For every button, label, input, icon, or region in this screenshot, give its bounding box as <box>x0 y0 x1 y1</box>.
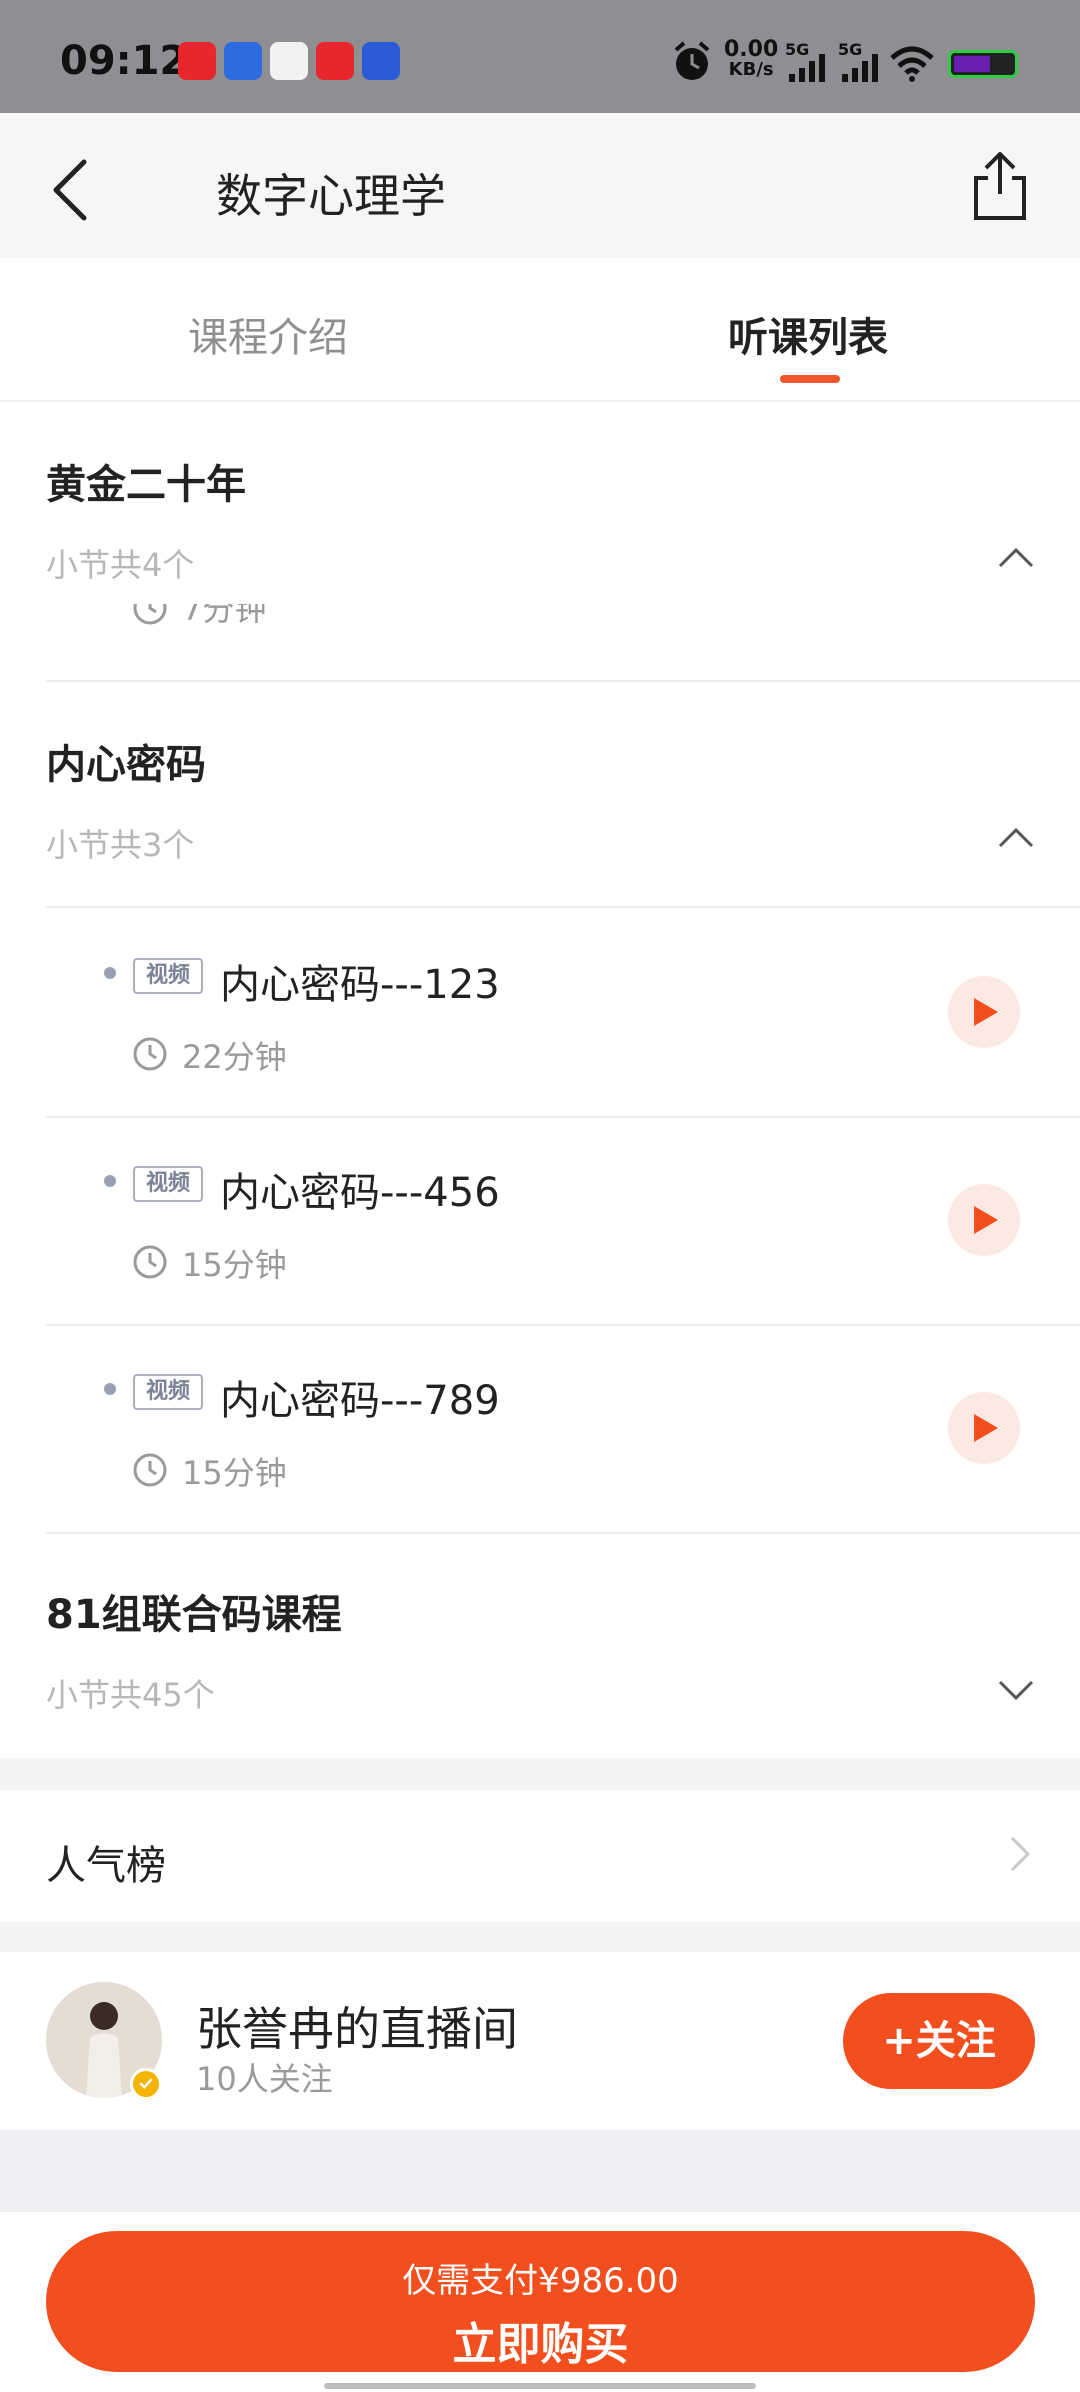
lesson-title: 内心密码---123 <box>220 962 500 1008</box>
uc-icon <box>362 42 400 80</box>
section-gap <box>0 1922 1080 1952</box>
buy-now-button[interactable]: 仅需支付¥986.00 立即购买 <box>46 2231 1035 2372</box>
play-button[interactable] <box>948 976 1020 1048</box>
lesson-duration: 7分钟 <box>182 604 267 628</box>
video-badge: 视频 <box>133 958 203 994</box>
home-indicator <box>324 2383 756 2389</box>
chevron-right-icon <box>1010 1836 1031 1872</box>
lesson-duration: 15分钟 <box>182 1246 287 1284</box>
lesson-item[interactable] <box>46 908 1080 1116</box>
net-speed: 0.00 <box>724 37 779 62</box>
lesson-duration: 15分钟 <box>182 1454 287 1492</box>
status-time: 09:12 <box>60 38 188 84</box>
signal-icon-1 <box>789 54 825 82</box>
buy-label: 立即购买 <box>452 2319 629 2370</box>
follow-button[interactable]: +关注 <box>843 1993 1035 2089</box>
video-badge: 视频 <box>133 1166 203 1202</box>
baidu-wenku-icon <box>270 42 308 80</box>
lesson-title: 内心密码---789 <box>220 1378 500 1424</box>
section-divider <box>46 680 1080 682</box>
chevron-up-icon[interactable] <box>998 826 1034 850</box>
lesson-title: 内心密码---456 <box>220 1170 500 1216</box>
section-title[interactable]: 内心密码 <box>46 732 206 790</box>
section-count: 小节共3个 <box>46 826 195 864</box>
pinduoduo-icon <box>178 42 216 80</box>
verified-icon <box>130 2068 162 2100</box>
tabs-divider <box>0 400 1080 402</box>
signal-icon-2 <box>842 54 878 82</box>
section-count: 小节共45个 <box>46 1676 215 1714</box>
section-gap <box>0 2130 1080 2212</box>
play-icon <box>974 998 998 1026</box>
lesson-bullet <box>104 967 116 979</box>
ranking-label: 人气榜 <box>46 1843 166 1889</box>
pinduoduo-red-icon <box>316 42 354 80</box>
clock-icon <box>133 1245 167 1279</box>
play-button[interactable] <box>948 1392 1020 1464</box>
play-button[interactable] <box>948 1184 1020 1256</box>
baidu-icon <box>224 42 262 80</box>
price-text: 仅需支付¥986.00 <box>402 2261 679 2301</box>
video-badge: 视频 <box>133 1374 203 1410</box>
chevron-up-icon[interactable] <box>998 546 1034 570</box>
play-icon <box>974 1206 998 1234</box>
tab-course-intro[interactable]: 课程介绍 <box>188 305 348 363</box>
section-title[interactable]: 黄金二十年 <box>46 452 246 510</box>
lesson-bullet <box>104 1383 116 1395</box>
section-gap <box>0 1758 1080 1790</box>
follower-count: 10人关注 <box>196 2060 333 2098</box>
lesson-item[interactable] <box>46 1118 1080 1324</box>
share-icon[interactable] <box>970 150 1030 222</box>
wifi-icon <box>890 46 934 82</box>
tab-lesson-list[interactable]: 听课列表 <box>728 305 888 363</box>
play-icon <box>974 1414 998 1442</box>
lesson-duration: 22分钟 <box>182 1038 287 1076</box>
back-icon[interactable] <box>48 158 92 222</box>
clock-icon <box>133 604 167 625</box>
host-name[interactable]: 张誉冉的直播间 <box>196 1993 518 2059</box>
lesson-bullet <box>104 1175 116 1187</box>
active-tab-indicator <box>780 375 840 383</box>
net-unit: KB/s <box>728 59 774 80</box>
chevron-down-icon[interactable] <box>998 1678 1034 1702</box>
alarm-icon <box>674 41 710 80</box>
page-title: 数字心理学 <box>216 169 446 223</box>
lesson-item[interactable] <box>46 1326 1080 1532</box>
battery-icon <box>948 50 1018 78</box>
clock-icon <box>133 1453 167 1487</box>
section-title[interactable]: 81组联合码课程 <box>46 1582 342 1640</box>
lesson-peek: 7分钟 <box>46 604 446 638</box>
clock-icon <box>133 1037 167 1071</box>
section-divider <box>46 1532 1080 1534</box>
nav-bar <box>0 113 1080 258</box>
section-count: 小节共4个 <box>46 546 195 584</box>
